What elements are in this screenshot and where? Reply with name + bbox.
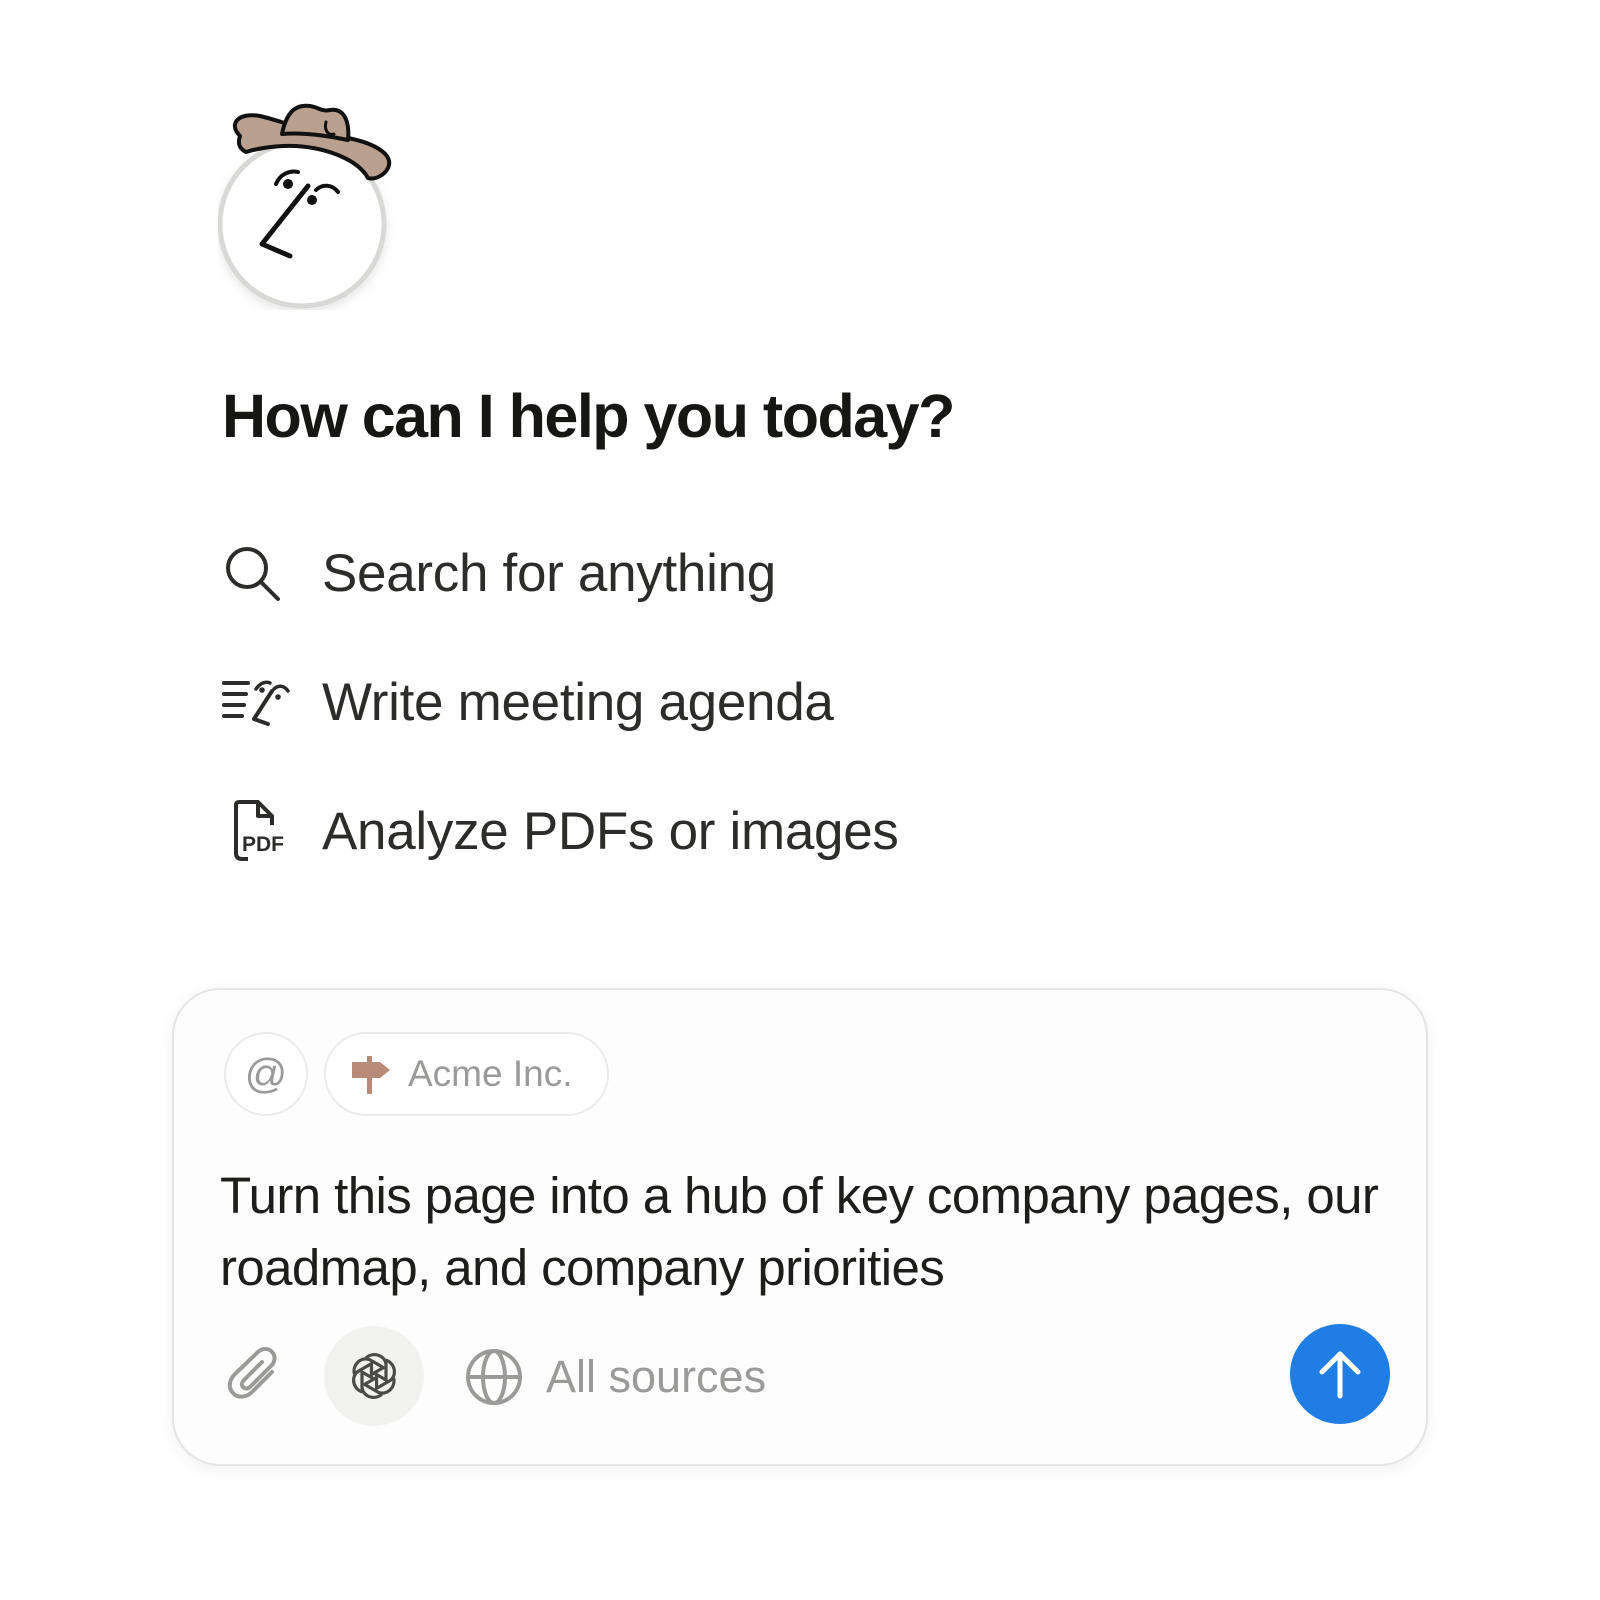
suggestion-analyze-pdf[interactable]: PDF Analyze PDFs or images bbox=[222, 796, 1122, 866]
sources-selector[interactable]: All sources bbox=[464, 1342, 766, 1412]
assistant-avatar bbox=[218, 100, 398, 310]
composer-toolbar: All sources bbox=[220, 1324, 1390, 1426]
suggestion-search[interactable]: Search for anything bbox=[222, 538, 1122, 608]
openai-icon bbox=[352, 1353, 396, 1399]
context-chip-row: @ Acme Inc. bbox=[224, 1032, 609, 1116]
chat-composer: @ Acme Inc. Turn this page into a hub of… bbox=[172, 988, 1428, 1466]
context-page-label: Acme Inc. bbox=[408, 1053, 573, 1094]
prompt-input[interactable]: Turn this page into a hub of key company… bbox=[220, 1160, 1380, 1304]
model-selector-button[interactable] bbox=[324, 1326, 424, 1426]
svg-text:PDF: PDF bbox=[242, 833, 284, 856]
suggestion-write-agenda[interactable]: Write meeting agenda bbox=[222, 667, 1122, 737]
suggestion-list: Search for anything Write meeting agenda bbox=[222, 538, 1122, 925]
assistant-face-icon bbox=[218, 103, 392, 309]
send-button[interactable] bbox=[1290, 1324, 1390, 1424]
sources-label: All sources bbox=[546, 1351, 767, 1402]
writing-icon bbox=[222, 667, 298, 737]
pdf-icon: PDF bbox=[222, 796, 298, 866]
attach-button[interactable] bbox=[226, 1346, 290, 1410]
suggestion-label: Search for anything bbox=[322, 543, 776, 603]
globe-icon bbox=[466, 1349, 522, 1405]
mention-button[interactable]: @ bbox=[224, 1032, 308, 1116]
context-page-chip[interactable]: Acme Inc. bbox=[324, 1032, 609, 1116]
suggestion-label: Write meeting agenda bbox=[322, 672, 834, 732]
paperclip-icon bbox=[227, 1347, 277, 1399]
mention-symbol: @ bbox=[244, 1050, 288, 1097]
page-heading: How can I help you today? bbox=[222, 382, 955, 450]
signpost-icon bbox=[348, 1052, 392, 1096]
arrow-up-icon bbox=[1319, 1351, 1361, 1399]
search-icon bbox=[222, 538, 298, 608]
suggestion-label: Analyze PDFs or images bbox=[322, 801, 899, 861]
